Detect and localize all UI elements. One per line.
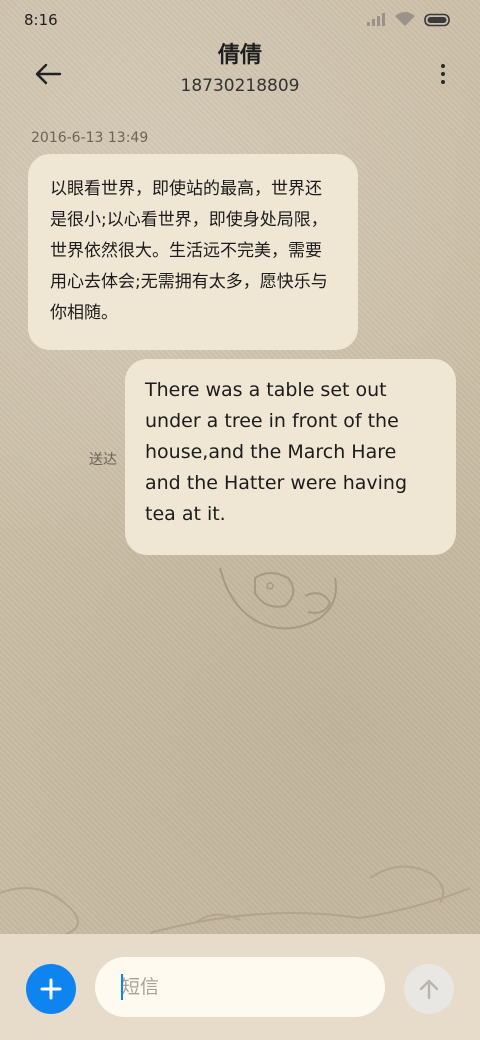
add-attachment-button[interactable] [26,964,76,1014]
contact-name: 倩倩 [217,43,262,68]
bottom-illustration [0,865,471,937]
message-input[interactable] [95,957,385,1017]
background-illustration [219,567,337,630]
status-time: 8:16 [24,11,58,29]
conversation-header: 倩倩 18730218809 [0,40,480,110]
status-bar: 8:16 [0,0,480,40]
send-button[interactable] [404,964,454,1014]
status-icons [366,11,452,31]
battery-icon [424,12,452,31]
arrow-up-icon [419,979,439,1000]
more-options-button[interactable] [430,54,456,94]
contact-number: 18730218809 [180,76,300,96]
message-composer [0,934,480,1040]
plus-icon [40,978,62,1000]
message-timestamp: 2016-6-13 13:49 [31,130,149,146]
delivery-status: 送达 [89,452,117,468]
signal-icon [366,11,386,31]
more-vertical-icon [441,64,445,68]
outgoing-message-bubble[interactable]: There was a table set out under a tree i… [125,359,456,555]
incoming-message-bubble[interactable]: 以眼看世界，即使站的最高，世界还是很小;以心看世界，即使身处局限，世界依然很大。… [28,154,358,350]
wifi-icon [394,11,416,31]
text-caret [121,974,123,1000]
